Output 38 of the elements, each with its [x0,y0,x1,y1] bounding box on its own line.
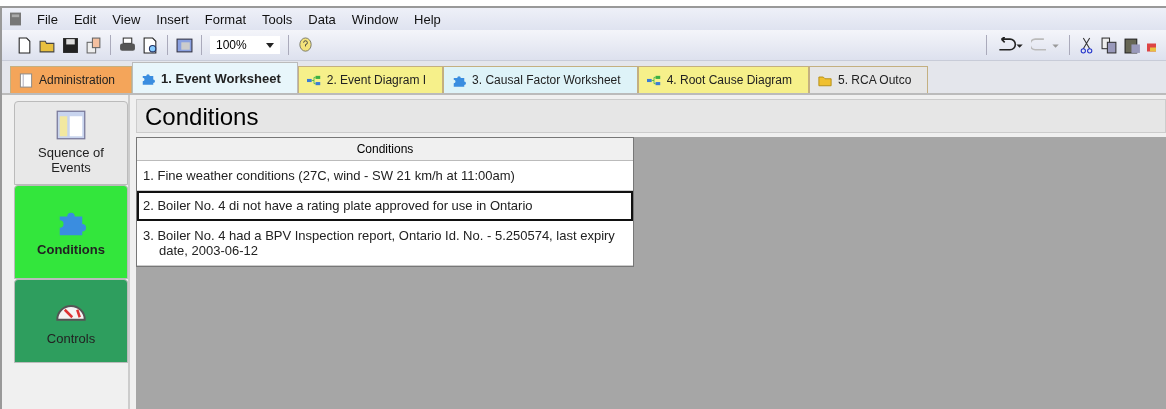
table-cell[interactable]: 3. Boiler No. 4 had a BPV Inspection report, Ontario Id. No. - 5.250574, last expiry date, 2003-06-12 [137,221,633,266]
menu-item[interactable]: Data [308,11,336,27]
tab[interactable]: 5. RCA Outco [809,66,929,93]
menu-item[interactable]: Format [204,11,246,27]
print-preview-icon[interactable] [142,36,159,54]
copy-document-icon[interactable] [85,36,102,54]
sidebar-button[interactable]: Squence of Events [14,101,128,185]
menu-item[interactable]: Window [351,11,399,27]
tab[interactable]: 4. Root Cause Diagram [637,66,809,93]
caret-icon [266,42,274,48]
menu-item[interactable]: Insert [156,11,189,27]
table-cell[interactable]: 1. Fine weather conditions (27C, wind - SW 21 km/h at 11:00am) [137,161,633,191]
table-cell[interactable]: 2. Boiler No. 4 di not have a rating plate approved for use in Ontario [137,191,633,221]
help-icon[interactable] [297,36,314,54]
copy-icon[interactable] [1101,36,1118,54]
menu-item[interactable]: Edit [73,11,97,27]
tab[interactable]: 1. Event Worksheet [132,62,298,93]
save-icon[interactable] [62,36,79,54]
tab[interactable]: 2. Event Diagram I [297,66,444,93]
tab[interactable]: 3. Causal Factor Worksheet [443,66,638,93]
paste-icon[interactable] [1124,36,1141,54]
layout-icon[interactable] [176,36,193,54]
menu-item[interactable]: View [112,11,141,27]
print-icon[interactable] [119,36,136,54]
menu-item[interactable]: Tools [262,11,293,27]
app-icon [10,12,21,26]
zoom-dropdown[interactable]: 100% [210,36,280,54]
panel-title: Conditions [136,99,1166,133]
sidebar-button[interactable]: Conditions [14,185,128,279]
sidebar-button[interactable]: Controls [14,279,128,363]
column-header[interactable]: Conditions [137,138,633,161]
tab[interactable]: Administration [10,66,133,93]
table-icon [56,110,86,141]
document-icon [19,72,33,88]
menu-item[interactable]: Help [414,11,441,27]
cut-icon[interactable] [1078,36,1095,54]
new-file-icon[interactable] [16,36,33,54]
menu-item[interactable]: File [37,11,58,27]
